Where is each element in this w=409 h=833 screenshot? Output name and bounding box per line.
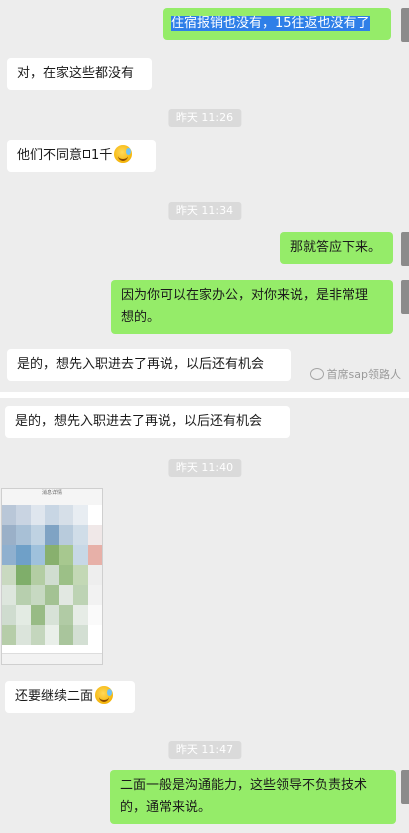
message-text: 还要继续二面 [15,689,94,704]
missing-char-box [83,150,91,158]
message-text: 是的，想先入职进去了再说，以后还有机会 [15,414,263,429]
message-bubble[interactable]: 是的，想先入职进去了再说，以后还有机会 [5,406,290,438]
timestamp: 昨天 11:26 [167,109,242,127]
message-text: 那就答应下来。 [290,240,382,255]
message-bubble[interactable]: 那就答应下来。 [280,232,393,264]
timestamp: 昨天 11:40 [167,459,242,477]
message-bubble[interactable]: 他们不同意 1千 [7,140,156,172]
avatar[interactable] [401,8,409,42]
watermark: 首席sap领路人 [309,366,401,382]
message-text: 对，在家这些都没有 [17,66,135,81]
chat-panel-bottom: 是的，想先入职进去了再说，以后还有机会 昨天 11:40 消息详情 还要继续二面… [0,398,409,833]
message-text: 二面一般是沟通能力，这些领导不负责技术 [120,778,368,793]
message-bubble[interactable]: 是的，想先入职进去了再说，以后还有机会 [7,349,291,381]
timestamp: 昨天 11:34 [167,202,242,220]
message-text: 他们不同意 [17,148,83,163]
message-text: 的，通常来说。 [120,800,212,815]
cry-laugh-icon [114,145,133,163]
blurred-image [2,505,102,645]
timestamp: 昨天 11:47 [167,741,242,759]
wechat-icon [309,368,324,380]
message-text: 想的。 [121,310,161,325]
message-bubble[interactable]: 因为你可以在家办公，对你来说，是非常理 想的。 [111,280,393,334]
message-text: 因为你可以在家办公，对你来说，是非常理 [121,288,369,303]
selected-text[interactable]: 住宿报销也没有，15往返也没有了 [171,16,370,31]
cry-laugh-icon [95,686,114,704]
avatar[interactable] [401,232,409,266]
avatar[interactable] [401,770,409,804]
message-text: 1千 [91,148,113,163]
image-message[interactable]: 消息详情 [1,488,103,665]
image-footer [2,653,102,664]
message-text: 是的，想先入职进去了再说，以后还有机会 [17,357,265,372]
chat-panel-top: 住宿报销也没有，15往返也没有了 对，在家这些都没有 昨天 11:26 他们不同… [0,0,409,392]
message-bubble[interactable]: 住宿报销也没有，15往返也没有了 [163,8,391,40]
message-bubble[interactable]: 对，在家这些都没有 [7,58,152,90]
watermark-text: 首席sap领路人 [326,368,401,381]
avatar[interactable] [401,280,409,314]
image-header: 消息详情 [2,489,102,505]
message-bubble[interactable]: 二面一般是沟通能力，这些领导不负责技术 的，通常来说。 [110,770,396,824]
message-bubble[interactable]: 还要继续二面 [5,681,135,713]
